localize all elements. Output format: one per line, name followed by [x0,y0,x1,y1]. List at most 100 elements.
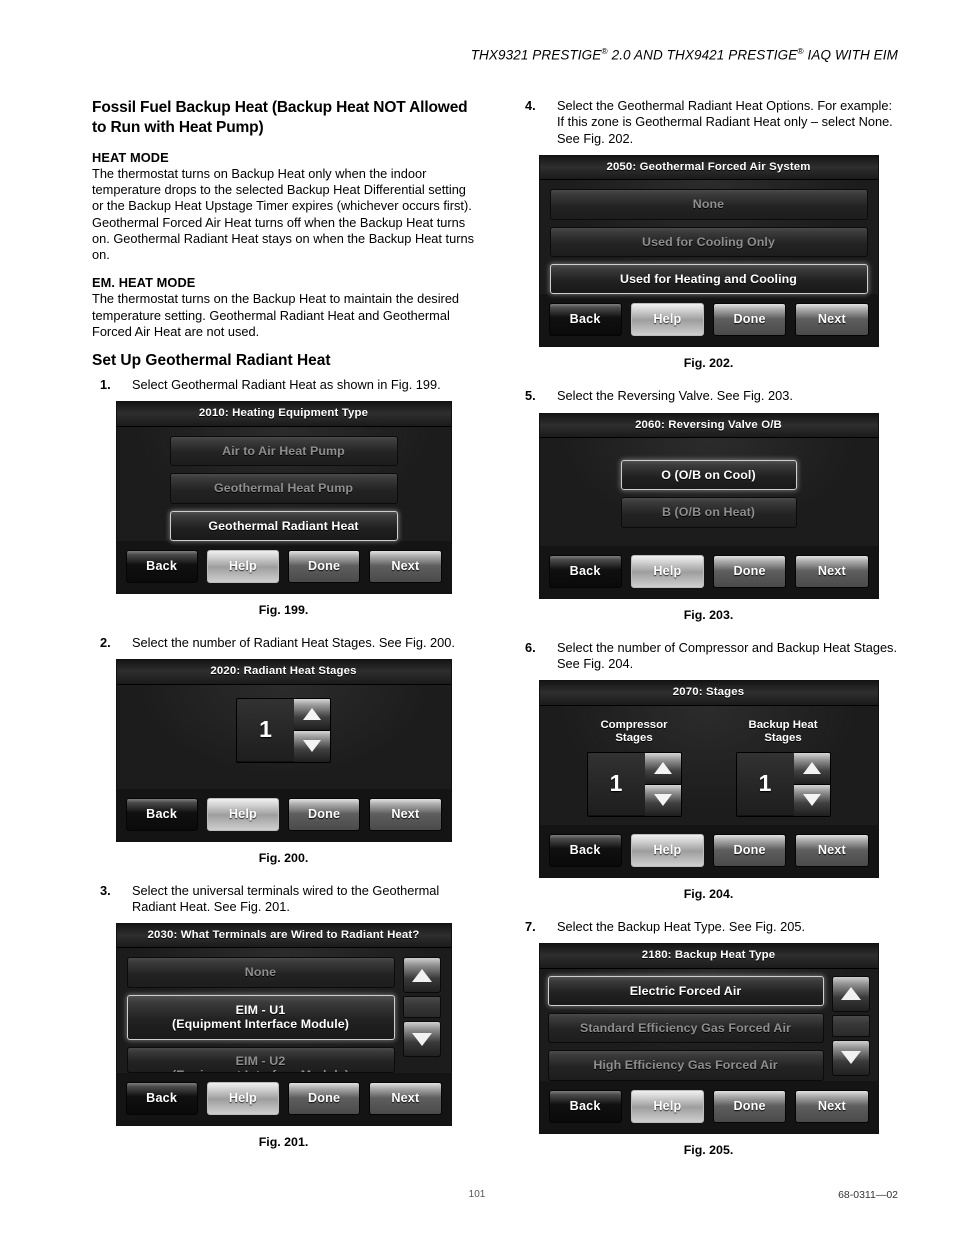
back-button[interactable]: Back [548,554,622,588]
option-b-ob-on-heat[interactable]: B (O/B on Heat) [620,497,797,528]
option-geothermal-radiant-heat[interactable]: Geothermal Radiant Heat [169,510,398,541]
scrollbar-thumb[interactable] [831,1014,870,1037]
figure-caption: Fig. 199. [258,602,309,617]
next-button[interactable]: Next [369,797,442,831]
triangle-down-icon [653,794,672,807]
stepper-increment-button[interactable] [294,698,330,731]
scroll-up-button[interactable] [831,975,870,1012]
option-o-ob-on-cool[interactable]: O (O/B on Cool) [620,459,797,491]
done-button[interactable]: Done [713,833,787,867]
thermostat-screen-2060: 2060: Reversing Valve O/B O (O/B on Cool… [538,412,879,599]
option-none[interactable]: None [549,189,868,220]
next-button[interactable]: Next [795,833,869,867]
scrollbar[interactable] [402,957,441,1072]
option-list: O (O/B on Cool) B (O/B on Heat) [550,459,868,528]
back-button[interactable]: Back [125,1081,198,1115]
running-head-part1: THX9321 PRESTIGE [470,47,602,63]
em-heat-mode-text: The thermostat turns on the Backup Heat … [92,291,460,339]
stepper-increment-button[interactable] [793,752,830,785]
page-title: Fossil Fuel Backup Heat (Backup Heat NOT… [92,99,468,137]
screen-body: Compressor Stages 1 Backup Heat Stages 1 [540,706,878,825]
option-list: Air to Air Heat Pump Geothermal Heat Pum… [127,435,441,541]
stepper-group-compressor-stages: Compressor Stages 1 [586,719,682,817]
compressor-stages-value: 1 [587,752,645,815]
help-button[interactable]: Help [206,549,279,583]
scrollbar-thumb[interactable] [402,996,441,1019]
right-column: 4. Select the Geothermal Radiant Heat Op… [517,98,900,1175]
back-button[interactable]: Back [125,549,198,583]
done-button[interactable]: Done [288,549,361,583]
help-button[interactable]: Help [630,1089,704,1123]
screen-body: Electric Forced Air Standard Efficiency … [540,969,878,1081]
done-button[interactable]: Done [713,554,787,588]
next-button[interactable]: Next [795,1089,869,1123]
thermostat-screen-2010: 2010: Heating Equipment Type Air to Air … [115,401,452,594]
option-none[interactable]: None [126,957,395,988]
triangle-up-icon [840,987,861,1001]
back-button[interactable]: Back [548,833,622,867]
stepper-decrement-button[interactable] [793,784,830,816]
option-standard-efficiency-gas-forced-air[interactable]: Standard Efficiency Gas Forced Air [547,1012,824,1044]
option-used-for-heating-and-cooling[interactable]: Used for Heating and Cooling [549,263,868,295]
option-used-for-cooling-only[interactable]: Used for Cooling Only [549,226,868,257]
option-row: None EIM - U1 (Equipment Interface Modul… [126,957,441,1073]
next-button[interactable]: Next [369,1081,442,1115]
compressor-stages-stepper[interactable]: 1 [586,751,682,817]
help-button[interactable]: Help [206,797,279,831]
stepper-increment-button[interactable] [644,752,681,785]
step-1-text: Select Geothermal Radiant Heat as shown … [132,377,441,393]
stepper-decrement-button[interactable] [294,730,330,762]
help-button[interactable]: Help [630,303,704,337]
figure-caption: Fig. 202. [683,356,734,371]
done-button[interactable]: Done [288,1081,361,1115]
scroll-down-button[interactable] [831,1039,870,1076]
backup-heat-stages-stepper[interactable]: 1 [735,751,831,817]
stepper-decrement-button[interactable] [644,784,681,816]
figure-199: 2010: Heating Equipment Type Air to Air … [92,401,475,617]
step-6: 6. Select the number of Compressor and B… [517,640,900,673]
step-2-number: 2. [100,634,111,650]
triangle-down-icon [303,740,321,753]
back-button[interactable]: Back [125,797,198,831]
thermostat-screen-2180: 2180: Backup Heat Type Electric Forced A… [538,943,879,1134]
done-button[interactable]: Done [713,1089,787,1123]
done-button[interactable]: Done [288,797,361,831]
screen-body: O (O/B on Cool) B (O/B on Heat) [540,438,878,546]
radiant-heat-stages-stepper[interactable]: 1 [236,697,331,763]
next-button[interactable]: Next [369,549,442,583]
button-bar: Back Help Done Next [116,540,451,593]
thermostat-screen-2020: 2020: Radiant Heat Stages 1 Back Help Do… [115,659,452,842]
step-5: 5. Select the Reversing Valve. See Fig. … [517,388,900,404]
back-button[interactable]: Back [548,1089,622,1123]
screen-title: 2020: Radiant Heat Stages [116,660,451,685]
step-5-number: 5. [525,388,536,404]
triangle-up-icon [802,762,821,775]
next-button[interactable]: Next [795,554,869,588]
step-4: 4. Select the Geothermal Radiant Heat Op… [517,98,900,147]
figure-caption: Fig. 201. [258,1134,309,1149]
option-geothermal-heat-pump[interactable]: Geothermal Heat Pump [169,473,398,504]
done-button[interactable]: Done [713,303,787,337]
step-1-number: 1. [100,377,111,393]
stepper-group-radiant-heat-stages: 1 [236,697,331,763]
option-eim-u1[interactable]: EIM - U1 (Equipment Interface Module) [126,994,395,1040]
help-button[interactable]: Help [630,833,704,867]
thermostat-screen-2050: 2050: Geothermal Forced Air System None … [538,154,879,348]
next-button[interactable]: Next [795,303,869,337]
scrollbar[interactable] [831,975,870,1081]
option-electric-forced-air[interactable]: Electric Forced Air [547,975,824,1006]
option-high-efficiency-gas-forced-air[interactable]: High Efficiency Gas Forced Air [547,1050,824,1081]
step-2-text: Select the number of Radiant Heat Stages… [132,634,455,650]
scroll-down-button[interactable] [402,1021,441,1058]
option-eim-u2[interactable]: EIM - U2 (Equipment Interface Module) [126,1046,395,1073]
back-button[interactable]: Back [548,303,622,337]
option-air-to-air-heat-pump[interactable]: Air to Air Heat Pump [169,435,398,467]
step-5-text: Select the Reversing Valve. See Fig. 203… [557,388,793,404]
help-button[interactable]: Help [630,554,704,588]
step-6-number: 6. [525,639,536,655]
scroll-up-button[interactable] [402,957,441,994]
triangle-up-icon [411,968,432,982]
em-heat-mode-title: EM. HEAT MODE [92,275,196,291]
help-button[interactable]: Help [206,1081,279,1115]
backup-heat-stages-label: Backup Heat Stages [748,718,818,745]
